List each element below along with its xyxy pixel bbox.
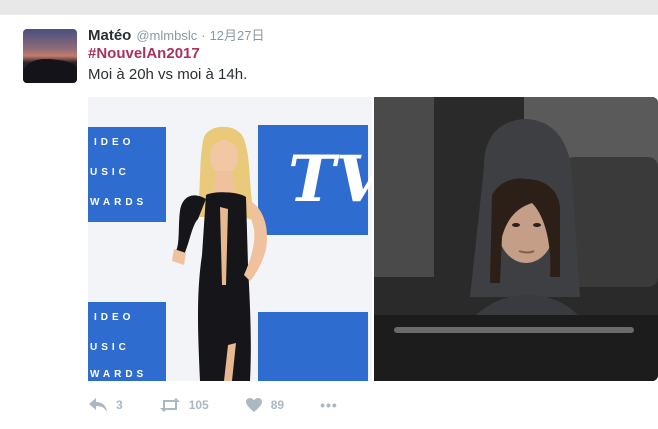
backdrop-logo-panel <box>258 312 368 381</box>
retweet-count: 105 <box>188 398 209 412</box>
tweet-actions: 3 105 89 ••• <box>88 395 374 415</box>
reply-button[interactable]: 3 <box>88 397 123 413</box>
retweet-icon <box>159 398 180 412</box>
person-figure <box>172 126 268 381</box>
like-button[interactable]: 89 <box>245 397 284 413</box>
tweet-text: Moi à 20h vs moi à 14h. <box>88 66 248 83</box>
like-count: 89 <box>270 398 285 412</box>
separator-dot: · <box>201 28 206 43</box>
author-name[interactable]: Matéo <box>88 27 131 44</box>
tweet-date[interactable]: 12月27日 <box>210 25 265 44</box>
backdrop-text: IDEO <box>94 312 135 323</box>
tweet-card[interactable]: Matéo @mlmbslc · 12月27日 #NouvelAn2017 Mo… <box>0 14 658 429</box>
photo-right[interactable] <box>374 97 658 381</box>
backdrop-text: WARDS <box>90 369 148 380</box>
retweet-button[interactable]: 105 <box>159 397 209 413</box>
heart-icon <box>245 398 262 412</box>
hashtag-link[interactable]: #NouvelAn2017 <box>88 45 200 62</box>
car-scene <box>374 97 658 381</box>
tweet-media: IDEO USIC WARDS TV IDEO USIC WARDS <box>88 97 658 381</box>
author-handle[interactable]: @mlmbslc <box>136 28 197 43</box>
logo-text: TV <box>288 142 372 217</box>
backdrop-text: IDEO <box>94 137 135 148</box>
more-icon: ••• <box>320 397 338 413</box>
reply-icon <box>89 398 107 412</box>
backdrop-text: WARDS <box>90 197 148 208</box>
reply-count: 3 <box>116 398 123 412</box>
tweet-header: Matéo @mlmbslc · 12月27日 <box>88 25 264 45</box>
photo-left[interactable]: IDEO USIC WARDS TV IDEO USIC WARDS <box>88 97 372 381</box>
more-button[interactable]: ••• <box>320 397 338 413</box>
backdrop-text: USIC <box>90 167 130 178</box>
avatar[interactable] <box>23 29 77 83</box>
backdrop-text: USIC <box>90 342 130 353</box>
